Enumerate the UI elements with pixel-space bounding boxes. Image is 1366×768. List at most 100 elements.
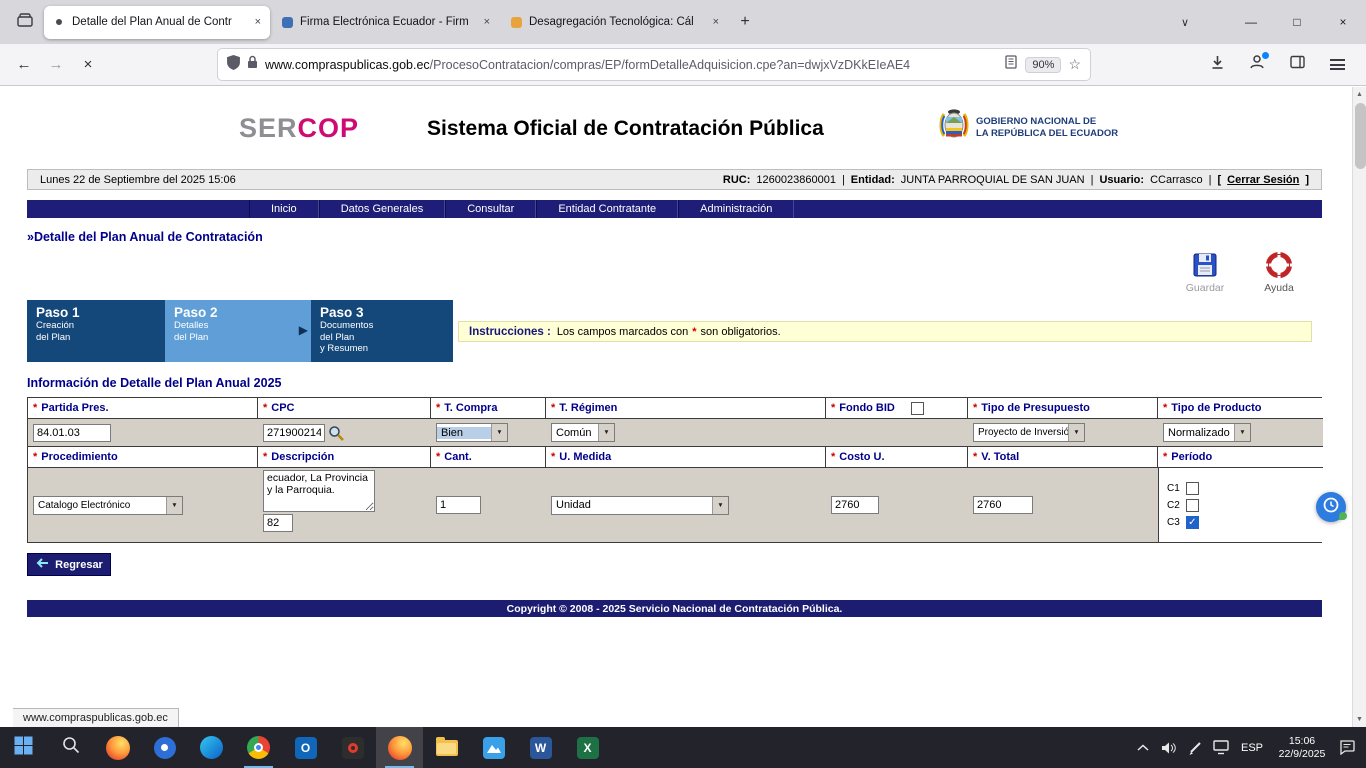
taskbar-search-button[interactable] [47,727,94,768]
fondo-bid-checkbox[interactable]: ✓ [911,402,924,415]
logout-bracket: ] [1305,174,1309,186]
save-button[interactable]: Guardar [1176,250,1234,294]
list-all-tabs-button[interactable]: ∨ [1170,8,1200,36]
page-scrollbar[interactable]: ▲ ▼ [1352,87,1366,727]
cantidad-input[interactable] [436,496,481,514]
taskbar-teams[interactable] [141,727,188,768]
taskbar-word[interactable]: W [517,727,564,768]
menu-item-entidad-contratante[interactable]: Entidad Contratante [536,200,678,218]
step-1[interactable]: Paso 1 Creación del Plan [27,300,165,362]
notification-center-button[interactable] [1334,727,1360,768]
regresar-button[interactable]: Regresar [27,553,111,576]
menu-item-administracion[interactable]: Administración [678,200,794,218]
step-title: Paso 1 [36,305,156,320]
step-2[interactable]: Paso 2 Detalles del Plan ▶ [165,300,311,362]
zoom-level-button[interactable]: 90% [1025,57,1061,73]
back-arrow-icon [35,558,49,571]
floating-widget-button[interactable] [1316,492,1346,522]
url-bar[interactable]: www.compraspublicas.gob.ec/ProcesoContra… [218,49,1090,80]
taskbar-firefox[interactable] [94,727,141,768]
lock-icon[interactable] [247,55,258,74]
sercop-logo: SERCOP [239,113,359,144]
v-total-input[interactable] [973,496,1033,514]
periodo-label: C1 [1167,483,1180,494]
start-button[interactable] [0,727,47,768]
close-button[interactable]: × [1320,0,1366,44]
session-bar: Lunes 22 de Septiembre del 2025 15:06 RU… [27,169,1322,190]
sidebar-button[interactable] [1284,51,1310,79]
ecuador-coat-of-arms [939,107,969,148]
browser-tab-1[interactable]: Detalle del Plan Anual de Contr × [44,6,270,39]
maximize-button[interactable]: □ [1274,0,1320,44]
bookmark-star-icon[interactable]: ☆ [1068,56,1081,73]
stop-button[interactable]: × [72,50,104,80]
t-compra-select[interactable]: Bien▼ [436,423,508,442]
taskbar-chrome[interactable] [235,727,282,768]
language-indicator[interactable]: ESP [1234,742,1270,754]
menu-item-datos-generales[interactable]: Datos Generales [319,200,446,218]
taskbar-excel[interactable]: X [564,727,611,768]
menu-button[interactable] [1324,51,1350,79]
network-icon[interactable] [1208,727,1234,768]
cpc-input[interactable] [263,424,325,442]
procedimiento-select[interactable]: Catalogo Electrónico▼ [33,496,183,515]
taskbar-outlook[interactable]: O [282,727,329,768]
save-diskette-icon [1176,250,1234,280]
tipo-presupuesto-select[interactable]: Proyecto de Inversión▼ [973,423,1085,442]
scrollbar-thumb[interactable] [1355,103,1366,169]
logout-link[interactable]: Cerrar Sesión [1227,174,1299,186]
downloads-button[interactable] [1204,51,1230,79]
u-medida-select[interactable]: Unidad▼ [551,496,729,515]
taskbar-photos[interactable] [470,727,517,768]
forward-button[interactable]: → [40,50,72,80]
taskbar-edge[interactable] [188,727,235,768]
pen-icon[interactable] [1182,727,1208,768]
page-actions: Guardar Ayuda [27,244,1322,300]
tab-close-icon[interactable]: × [255,16,261,28]
costo-u-input[interactable] [831,496,879,514]
outlook-icon: O [295,737,317,759]
scroll-up-arrow[interactable]: ▲ [1353,87,1366,102]
volume-icon[interactable] [1156,727,1182,768]
header-fondo-bid: *Fondo BID✓ [826,398,968,419]
instructions-text: Los campos marcados con [557,326,688,338]
minimize-button[interactable]: — [1228,0,1274,44]
back-button[interactable]: ← [8,50,40,80]
descripcion-extra-input[interactable] [263,514,293,532]
descripcion-textarea[interactable] [263,470,375,512]
windows-taskbar: O W X ESP 15:06 22/9/2025 [0,727,1366,768]
tab-close-icon[interactable]: × [484,16,490,28]
taskbar-file-explorer[interactable] [423,727,470,768]
browser-tab-2[interactable]: Firma Electrónica Ecuador - Firm × [273,6,499,39]
browser-tab-3[interactable]: Desagregación Tecnológica: Cál × [502,6,728,39]
tray-expand-button[interactable] [1130,727,1156,768]
taskbar-acrobat[interactable] [329,727,376,768]
shield-icon[interactable] [227,55,240,75]
detail-form-table: *Partida Pres. *CPC *T. Compra *T. Régim… [27,397,1322,543]
step-3[interactable]: Paso 3 Documentos del Plan y Resumen [311,300,453,362]
tab-close-icon[interactable]: × [713,16,719,28]
taskbar-clock[interactable]: 15:06 22/9/2025 [1270,735,1334,761]
t-regimen-select[interactable]: Común▼ [551,423,615,442]
tipo-producto-select[interactable]: Normalizado▼ [1163,423,1251,442]
chrome-icon [247,736,270,759]
firefox-view-button[interactable] [10,7,40,37]
entity-value: JUNTA PARROQUIAL DE SAN JUAN [901,174,1085,186]
menu-item-consultar[interactable]: Consultar [445,200,536,218]
periodo-c3-checkbox[interactable]: ✓ [1186,516,1199,529]
periodo-c1-checkbox[interactable]: ✓ [1186,482,1199,495]
help-button[interactable]: Ayuda [1250,250,1308,294]
new-tab-button[interactable]: + [731,8,759,36]
cpc-search-icon[interactable] [328,425,344,441]
site-header: SERCOP Sistema Oficial de Contratación P… [27,87,1322,169]
periodo-c2-checkbox[interactable]: ✓ [1186,499,1199,512]
taskbar-firefox-active[interactable] [376,727,423,768]
step-title: Paso 3 [320,305,444,320]
url-text[interactable]: www.compraspublicas.gob.ec/ProcesoContra… [265,58,997,72]
reader-mode-icon[interactable] [1004,55,1018,74]
tab-favicon [282,17,293,28]
account-button[interactable] [1244,51,1270,79]
partida-pres-input[interactable] [33,424,111,442]
scroll-down-arrow[interactable]: ▼ [1353,712,1366,727]
menu-item-inicio[interactable]: Inicio [249,200,319,218]
